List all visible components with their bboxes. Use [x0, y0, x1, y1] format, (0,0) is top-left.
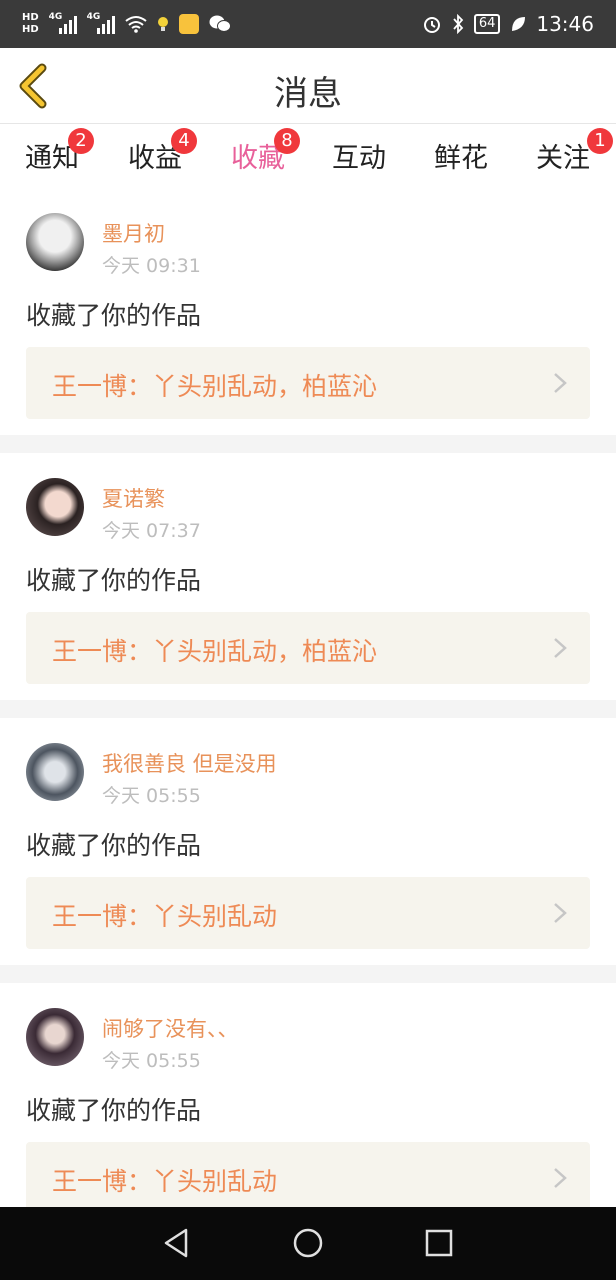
back-triangle-icon[interactable] [158, 1225, 194, 1261]
tab-badge: 1 [587, 128, 613, 154]
hd1-label: HD [22, 12, 39, 23]
wifi-icon [125, 16, 147, 33]
chevron-right-icon [554, 373, 567, 393]
divider [0, 965, 616, 983]
clock: 13:46 [536, 12, 594, 36]
work-link[interactable]: 王一博：丫头别乱动 [26, 877, 590, 949]
tab-bar: 通知 2 收益 4 收藏 8 互动 鲜花 关注 1 [0, 124, 616, 192]
tab-flowers[interactable]: 鲜花 [421, 136, 501, 175]
chevron-right-icon [554, 1168, 567, 1188]
username[interactable]: 夏诺繁 [102, 483, 165, 513]
app-notification-icon [178, 14, 199, 34]
tab-label: 鲜花 [434, 143, 488, 174]
timestamp: 今天 05:55 [102, 1050, 201, 1072]
tab-label: 关注 [536, 143, 590, 174]
tab-follows[interactable]: 关注 1 [523, 128, 613, 175]
work-title: 王一博：丫头别乱动，柏蓝沁 [52, 372, 378, 401]
list-item: 闹够了没有、、 今天 05:55 收藏了你的作品 王一博：丫头别乱动 [0, 983, 616, 1214]
timestamp: 今天 05:55 [102, 785, 201, 807]
tab-notifications[interactable]: 通知 2 [12, 128, 94, 175]
list-item: 墨月初 今天 09:31 收藏了你的作品 王一博：丫头别乱动，柏蓝沁 [0, 188, 616, 435]
work-link[interactable]: 王一博：丫头别乱动 [26, 1142, 590, 1214]
network-label-1: 4G [48, 12, 63, 22]
work-link[interactable]: 王一博：丫头别乱动，柏蓝沁 [26, 347, 590, 419]
wechat-icon [209, 15, 231, 32]
work-title: 王一博：丫头别乱动 [52, 902, 278, 931]
tab-badge: 4 [171, 128, 197, 154]
work-title: 王一博：丫头别乱动 [52, 1167, 278, 1196]
username[interactable]: 墨月初 [102, 218, 165, 248]
header: 消息 [0, 48, 616, 124]
tab-badge: 2 [68, 128, 94, 154]
timestamp: 今天 07:37 [102, 520, 201, 542]
signal-icon-2: 4G [86, 12, 115, 34]
tab-badge: 8 [274, 128, 300, 154]
list-item: 我很善良 但是没用 今天 05:55 收藏了你的作品 王一博：丫头别乱动 [0, 718, 616, 965]
tab-interactions[interactable]: 互动 [319, 136, 399, 175]
tab-label: 互动 [332, 143, 386, 174]
action-text: 收藏了你的作品 [26, 831, 202, 860]
leaf-icon [512, 17, 526, 31]
bluetooth-icon [453, 14, 464, 34]
home-circle-icon[interactable] [290, 1225, 326, 1261]
hd-indicator: HD HD [22, 12, 39, 36]
username[interactable]: 闹够了没有、、 [102, 1013, 239, 1043]
divider [0, 435, 616, 453]
list-item: 夏诺繁 今天 07:37 收藏了你的作品 王一博：丫头别乱动，柏蓝沁 [0, 453, 616, 700]
work-title: 王一博：丫头别乱动，柏蓝沁 [52, 637, 378, 666]
action-text: 收藏了你的作品 [26, 1096, 202, 1125]
system-nav-bar [0, 1207, 616, 1280]
bulb-icon [157, 17, 168, 31]
action-text: 收藏了你的作品 [26, 566, 202, 595]
signal-icon: 4G [48, 12, 77, 34]
avatar[interactable] [26, 743, 84, 801]
alarm-icon [423, 17, 440, 33]
status-bar: HD HD 4G 4G 64 13:46 [0, 0, 616, 48]
hd2-label: HD [22, 24, 39, 35]
avatar[interactable] [26, 213, 84, 271]
recents-square-icon[interactable] [421, 1225, 457, 1261]
username[interactable]: 我很善良 但是没用 [102, 748, 277, 778]
chevron-right-icon [554, 903, 567, 923]
action-text: 收藏了你的作品 [26, 301, 202, 330]
page-title: 消息 [274, 74, 342, 114]
timestamp: 今天 09:31 [102, 255, 201, 277]
tab-earnings[interactable]: 收益 4 [115, 128, 197, 175]
avatar[interactable] [26, 478, 84, 536]
divider [0, 700, 616, 718]
chevron-right-icon [554, 638, 567, 658]
network-label-2: 4G [86, 12, 101, 22]
battery-indicator: 64 [473, 14, 501, 34]
tab-favorites[interactable]: 收藏 8 [218, 128, 300, 192]
avatar[interactable] [26, 1008, 84, 1066]
work-link[interactable]: 王一博：丫头别乱动，柏蓝沁 [26, 612, 590, 684]
